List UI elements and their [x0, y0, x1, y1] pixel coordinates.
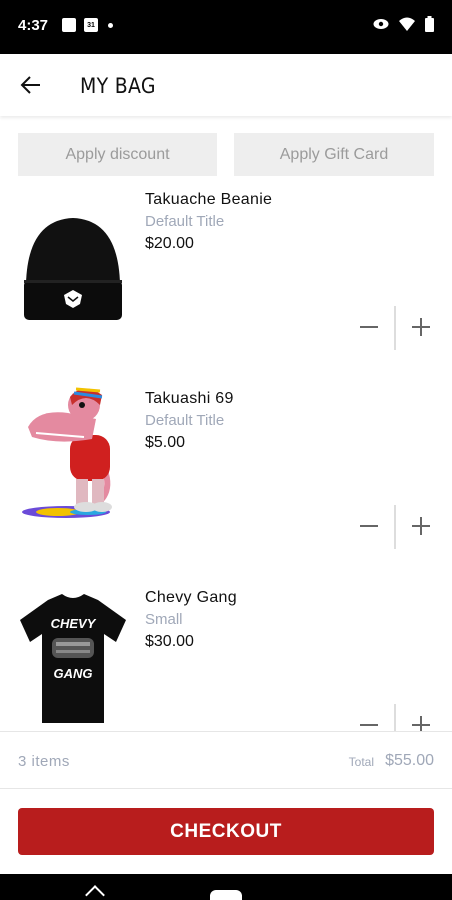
stepper-divider [394, 704, 396, 731]
calendar-notification-icon: 31 [84, 18, 98, 32]
photo-notification-icon [62, 18, 76, 32]
cart-item: Takuache Beanie Default Title $20.00 [0, 178, 452, 377]
item-price: $20.00 [145, 235, 194, 252]
item-count: 3 items [18, 753, 70, 770]
cart-item-list[interactable]: Takuache Beanie Default Title $20.00 Tak… [0, 178, 452, 731]
item-name: Takuashi 69 [145, 390, 234, 407]
quantity-stepper [360, 306, 430, 350]
increase-quantity-button[interactable] [412, 318, 430, 336]
total-label: Total [348, 755, 374, 769]
decrease-quantity-button[interactable] [360, 724, 378, 726]
more-notifications-icon [108, 22, 113, 28]
item-variant: Default Title [145, 213, 225, 230]
back-arrow-icon[interactable] [20, 74, 42, 96]
status-bar: 4:37 31 [0, 0, 452, 54]
stepper-divider [394, 306, 396, 350]
cart-summary: 3 items Total $55.00 [0, 731, 452, 789]
cart-item: CHEVY GANG Chevy Gang Small $30.00 [0, 576, 452, 731]
item-variant: Default Title [145, 412, 225, 429]
increase-quantity-button[interactable] [412, 517, 430, 535]
item-price: $5.00 [145, 434, 186, 451]
eye-icon [373, 19, 389, 29]
status-time: 4:37 [18, 17, 49, 34]
notification-icons: 31 [62, 18, 113, 32]
item-price: $30.00 [145, 633, 194, 650]
increase-quantity-button[interactable] [412, 716, 430, 731]
shirt-text-top: CHEVY [51, 616, 97, 631]
stepper-divider [394, 505, 396, 549]
tshirt-image[interactable]: CHEVY GANG [18, 578, 128, 723]
battery-icon [425, 16, 434, 32]
checkout-button[interactable]: CHECKOUT [18, 808, 434, 855]
apply-gift-card-button[interactable]: Apply Gift Card [234, 133, 434, 176]
shirt-text-bottom: GANG [54, 666, 93, 681]
decrease-quantity-button[interactable] [360, 326, 378, 328]
wifi-icon [399, 17, 415, 31]
system-icons [373, 16, 434, 32]
beanie-image[interactable] [18, 180, 128, 325]
quantity-stepper [360, 505, 430, 549]
item-name: Chevy Gang [145, 589, 237, 606]
item-variant: Small [145, 611, 183, 628]
cart-item: Takuashi 69 Default Title $5.00 [0, 377, 452, 576]
navigation-bar [0, 874, 452, 900]
apply-discount-button[interactable]: Apply discount [18, 133, 217, 176]
system-back-icon[interactable] [85, 885, 105, 900]
page-title: MY BAG [80, 74, 156, 98]
app-bar: MY BAG [0, 54, 452, 116]
decrease-quantity-button[interactable] [360, 525, 378, 527]
total-value: $55.00 [385, 752, 434, 769]
quantity-stepper [360, 704, 430, 731]
item-name: Takuache Beanie [145, 191, 273, 208]
character-sticker-image[interactable] [18, 379, 128, 524]
system-home-icon[interactable] [210, 890, 242, 900]
